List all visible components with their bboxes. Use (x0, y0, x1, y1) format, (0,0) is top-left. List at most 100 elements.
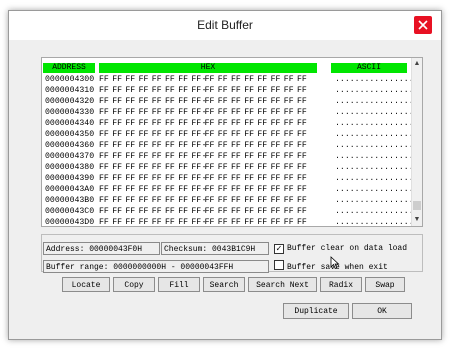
hex-byte[interactable]: FF (125, 107, 138, 118)
hex-byte[interactable]: FF (218, 96, 231, 107)
hex-byte[interactable]: FF (297, 162, 309, 173)
search-next-button[interactable]: Search Next (248, 277, 317, 292)
hex-byte[interactable]: FF (99, 184, 112, 195)
hex-byte[interactable]: FF (271, 140, 284, 151)
hex-byte[interactable]: FF (152, 96, 165, 107)
hex-byte[interactable]: FF (284, 206, 297, 217)
hex-byte[interactable]: FF (112, 74, 125, 85)
hex-byte[interactable]: FF (271, 107, 284, 118)
hex-byte[interactable]: FF (284, 129, 297, 140)
hex-byte[interactable]: FF (125, 217, 138, 226)
hex-byte[interactable]: FF (205, 129, 218, 140)
hex-byte[interactable]: FF (218, 206, 231, 217)
hex-byte[interactable]: FF (244, 118, 257, 129)
radix-button[interactable]: Radix (320, 277, 362, 292)
hex-byte[interactable]: FF (271, 85, 284, 96)
hex-byte[interactable]: FF (152, 217, 165, 226)
hex-byte[interactable]: FF (139, 140, 152, 151)
hex-byte[interactable]: FF (139, 217, 152, 226)
hex-byte[interactable]: FF (205, 85, 218, 96)
hex-byte[interactable]: FF (99, 206, 112, 217)
hex-byte[interactable]: FF (271, 162, 284, 173)
hex-byte[interactable]: FF (165, 96, 178, 107)
hex-byte[interactable]: FF (271, 96, 284, 107)
hex-byte[interactable]: FF (284, 173, 297, 184)
hex-byte[interactable]: FF (257, 96, 270, 107)
hex-byte[interactable]: FF (152, 206, 165, 217)
hex-byte[interactable]: FF (139, 162, 152, 173)
hex-byte[interactable]: FF (178, 118, 191, 129)
hex-byte[interactable]: FF (297, 129, 309, 140)
hex-byte[interactable]: FF (231, 162, 244, 173)
duplicate-button[interactable]: Duplicate (283, 303, 349, 319)
hex-byte[interactable]: FF (205, 96, 218, 107)
hex-byte[interactable]: FF (152, 107, 165, 118)
hex-byte[interactable]: FF (99, 140, 112, 151)
copy-button[interactable]: Copy (113, 277, 155, 292)
hex-byte[interactable]: FF (231, 107, 244, 118)
hex-byte[interactable]: FF (178, 195, 191, 206)
hex-byte[interactable]: FF (99, 217, 112, 226)
hex-byte[interactable]: FF (125, 195, 138, 206)
hex-byte[interactable]: FF (139, 184, 152, 195)
hex-byte[interactable]: FF (112, 85, 125, 96)
hex-byte[interactable]: FF (139, 195, 152, 206)
hex-byte[interactable]: FF (284, 217, 297, 226)
hex-byte[interactable]: FF (178, 162, 191, 173)
hex-byte[interactable]: FF (284, 151, 297, 162)
hex-byte[interactable]: FF (244, 85, 257, 96)
hex-byte[interactable]: FF (125, 162, 138, 173)
hex-byte[interactable]: FF (271, 151, 284, 162)
hex-byte[interactable]: FF (99, 151, 112, 162)
hex-byte[interactable]: FF (125, 206, 138, 217)
hex-byte[interactable]: FF (112, 173, 125, 184)
hex-byte[interactable]: FF (231, 151, 244, 162)
hex-byte[interactable]: FF (257, 118, 270, 129)
hex-byte[interactable]: FF (178, 129, 191, 140)
hex-byte[interactable]: FF (244, 107, 257, 118)
hex-byte[interactable]: FF (165, 195, 178, 206)
hex-byte[interactable]: FF (99, 195, 112, 206)
hex-byte[interactable]: FF (178, 217, 191, 226)
buffer-clear-checkbox[interactable]: ✓ Buffer clear on data load (274, 243, 407, 254)
close-button[interactable] (414, 16, 432, 34)
hex-byte[interactable]: FF (165, 74, 178, 85)
hex-byte[interactable]: FF (99, 74, 112, 85)
hex-byte[interactable]: FF (125, 151, 138, 162)
hex-byte[interactable]: FF (231, 140, 244, 151)
hex-byte[interactable]: FF (271, 195, 284, 206)
table-row[interactable]: 0000004370 FF FF FF FF FF FF FF FF - FF FF FF FF FF FF F… (42, 151, 414, 162)
hex-byte[interactable]: FF (112, 195, 125, 206)
hex-byte[interactable]: FF (244, 173, 257, 184)
ok-button[interactable]: OK (352, 303, 412, 319)
hex-byte[interactable]: FF (165, 140, 178, 151)
hex-byte[interactable]: FF (218, 85, 231, 96)
hex-byte[interactable]: FF (297, 96, 309, 107)
table-row[interactable]: 0000004350 FF FF FF FF FF FF FF FF - FF FF FF FF FF FF F… (42, 129, 414, 140)
hex-byte[interactable]: FF (257, 85, 270, 96)
hex-byte[interactable]: FF (231, 184, 244, 195)
hex-byte[interactable]: FF (125, 85, 138, 96)
hex-byte[interactable]: FF (297, 140, 309, 151)
scroll-thumb[interactable] (413, 201, 421, 210)
hex-byte[interactable]: FF (271, 118, 284, 129)
hex-byte[interactable]: FF (139, 74, 152, 85)
table-row[interactable]: 0000004300 FF FF FF FF FF FF FF FF - FF FF FF FF FF FF F… (42, 74, 414, 85)
hex-byte[interactable]: FF (152, 85, 165, 96)
hex-byte[interactable]: FF (178, 85, 191, 96)
hex-byte[interactable]: FF (99, 96, 112, 107)
hex-byte[interactable]: FF (178, 184, 191, 195)
hex-byte[interactable]: FF (205, 206, 218, 217)
hex-byte[interactable]: FF (231, 96, 244, 107)
hex-byte[interactable]: FF (165, 151, 178, 162)
hex-byte[interactable]: FF (152, 129, 165, 140)
hex-byte[interactable]: FF (271, 129, 284, 140)
hex-byte[interactable]: FF (257, 74, 270, 85)
hex-byte[interactable]: FF (205, 140, 218, 151)
locate-button[interactable]: Locate (62, 277, 110, 292)
hex-byte[interactable]: FF (165, 118, 178, 129)
hex-byte[interactable]: FF (244, 184, 257, 195)
hex-byte[interactable]: FF (257, 206, 270, 217)
hex-byte[interactable]: FF (284, 195, 297, 206)
hex-byte[interactable]: FF (152, 184, 165, 195)
